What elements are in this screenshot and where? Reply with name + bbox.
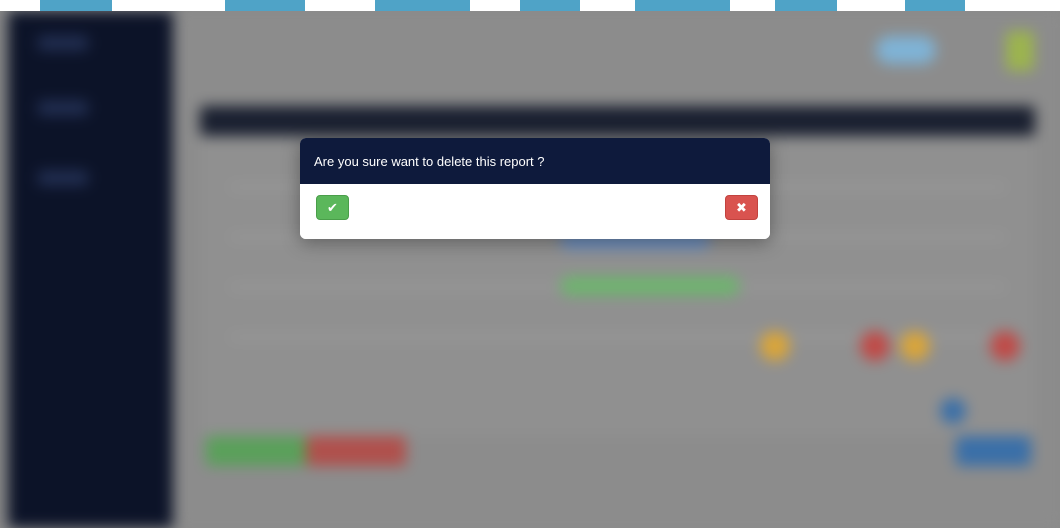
close-icon: ✖ [736, 199, 747, 215]
watermark-segment [375, 0, 470, 11]
watermark-segment [520, 0, 580, 11]
header-avatar [1006, 31, 1034, 71]
sidebar-item [38, 36, 88, 50]
bg-green-button [206, 436, 306, 466]
status-dot [860, 331, 890, 361]
status-dot [760, 331, 790, 361]
status-dot [900, 331, 930, 361]
cancel-button[interactable]: ✖ [725, 195, 758, 220]
dialog-body: ✔ ✖ [300, 184, 770, 239]
delete-confirm-dialog: Are you sure want to delete this report … [300, 138, 770, 239]
watermark-segment [775, 0, 837, 11]
table-row [230, 336, 1005, 338]
status-dot [990, 331, 1020, 361]
watermark-segment [40, 0, 112, 11]
watermark-segment [905, 0, 965, 11]
progress-bar [560, 276, 740, 296]
sidebar-item [38, 171, 88, 185]
dialog-header: Are you sure want to delete this report … [300, 138, 770, 184]
main-content [176, 11, 1060, 528]
watermark-strip [0, 0, 1060, 11]
check-icon: ✔ [327, 199, 338, 215]
confirm-button[interactable]: ✔ [316, 195, 349, 220]
watermark-segment [225, 0, 305, 11]
bg-red-button [306, 436, 406, 466]
header-pill [876, 36, 936, 64]
pagination-active [940, 398, 966, 424]
blurred-background [0, 11, 1060, 528]
bg-blue-button [956, 436, 1031, 466]
sidebar-item [38, 101, 88, 115]
sidebar [8, 11, 173, 528]
dialog-title: Are you sure want to delete this report … [314, 153, 545, 169]
panel-header [200, 106, 1035, 136]
watermark-segment [635, 0, 730, 11]
